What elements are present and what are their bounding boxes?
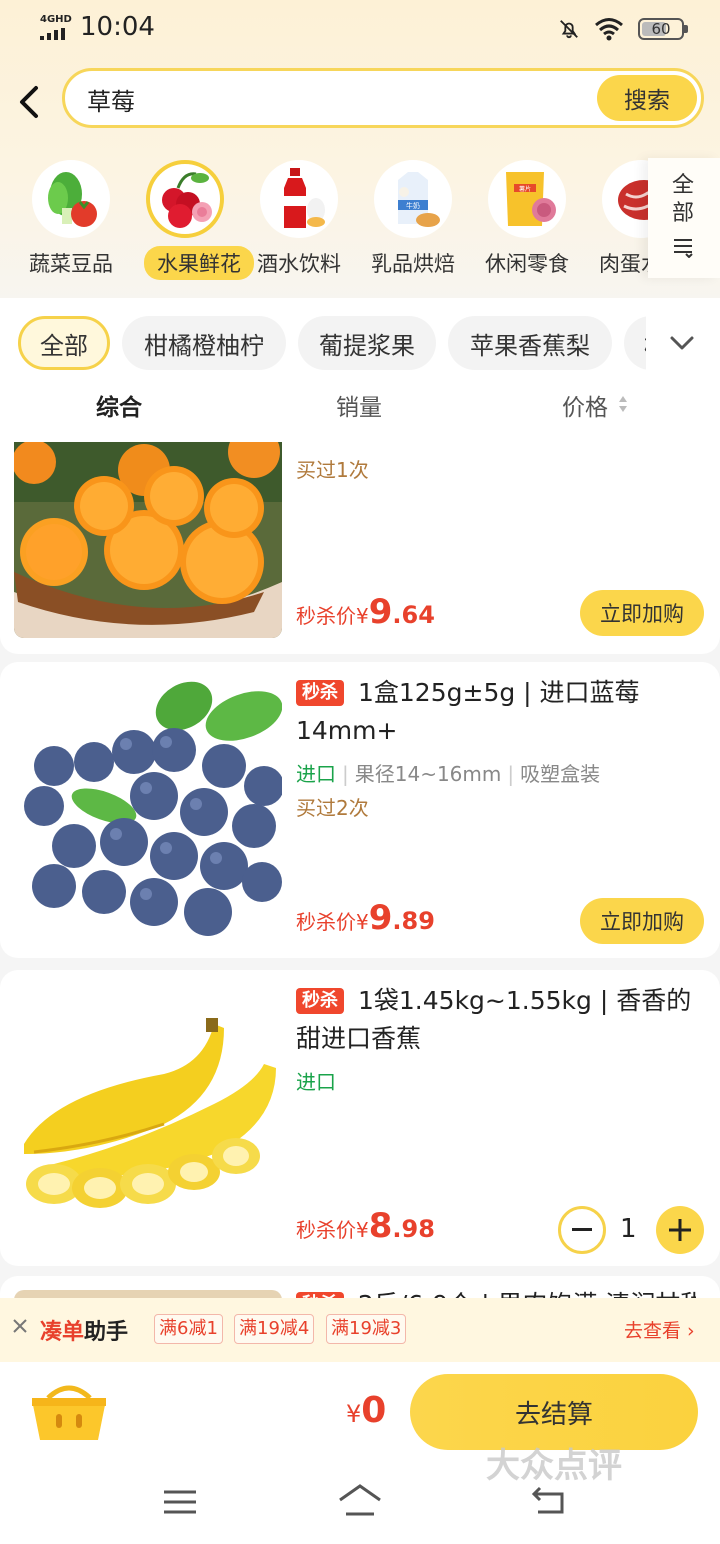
- category-snacks[interactable]: 薯片 休闲零食: [470, 152, 584, 282]
- bought-times: 买过1次: [296, 458, 369, 482]
- search-bar[interactable]: 搜索: [62, 68, 704, 128]
- chevron-down-icon[interactable]: [662, 328, 702, 358]
- chip-peach-plum[interactable]: 桃李: [624, 316, 646, 370]
- product-title[interactable]: 1袋1.45kg~1.55kg | 香香的甜进口香蕉: [296, 982, 696, 1058]
- menu-icon[interactable]: [162, 1488, 198, 1516]
- search-button[interactable]: 搜索: [597, 75, 697, 121]
- status-time: 10:04: [80, 12, 155, 42]
- decrease-quantity-button[interactable]: [558, 1206, 606, 1254]
- watermark: 大众点评: [486, 1446, 622, 1486]
- category-label: 蔬菜豆品: [29, 252, 113, 276]
- sort-sales[interactable]: 销量: [336, 388, 382, 422]
- status-bar: 4GHD 10:04 60: [0, 0, 720, 58]
- sort-arrows-icon: [619, 396, 627, 412]
- cart-basket-icon[interactable]: [26, 1378, 112, 1444]
- home-icon[interactable]: [336, 1482, 384, 1520]
- cola-icon: [260, 160, 338, 238]
- category-all-label: 全部: [671, 173, 694, 226]
- subcategory-chips: 全部 柑橘橙柚柠 葡提浆果 苹果香蕉梨 桃李: [0, 316, 646, 372]
- checkout-bar: ¥0 去结算 大众点评: [0, 1362, 720, 1544]
- product-attributes: 进口: [296, 1070, 336, 1094]
- product-card[interactable]: 秒杀 1袋1.45kg~1.55kg | 香香的甜进口香蕉 进口 秒杀价¥8.9…: [0, 970, 720, 1266]
- chip-citrus[interactable]: 柑橘橙柚柠: [122, 316, 286, 370]
- category-row: 蔬菜豆品 水果鲜花 酒水饮料 牛奶 乳品烘焙 薯片 休闲零食 肉蛋: [0, 152, 648, 282]
- search-input[interactable]: [87, 79, 567, 119]
- close-icon[interactable]: [12, 1318, 28, 1334]
- network-type: 4GHD: [40, 14, 72, 25]
- mute-bell-icon: [560, 20, 578, 39]
- product-image-orange[interactable]: [14, 442, 282, 638]
- plus-icon: [669, 1219, 691, 1241]
- category-fruits[interactable]: 水果鲜花: [128, 152, 254, 282]
- vegetable-icon: [32, 160, 110, 238]
- chip-grapes-berries[interactable]: 葡提浆果: [298, 316, 436, 370]
- sort-bar: 综合 销量 价格: [0, 388, 720, 428]
- seckill-price: 秒杀价¥9.64: [296, 592, 435, 632]
- signal-icon: 4GHD: [40, 14, 72, 40]
- quantity-value: 1: [620, 1214, 637, 1244]
- product-image-blueberry[interactable]: [14, 676, 282, 944]
- increase-quantity-button[interactable]: [656, 1206, 704, 1254]
- bought-times: 买过2次: [296, 796, 369, 820]
- back-nav-icon[interactable]: [530, 1484, 570, 1516]
- category-meat[interactable]: 肉蛋水产: [584, 152, 648, 282]
- list-icon: [674, 239, 693, 258]
- battery-icon: 60: [638, 18, 688, 40]
- add-to-cart-button[interactable]: 立即加购: [580, 590, 704, 636]
- back-arrow-icon[interactable]: [12, 82, 46, 122]
- product-card[interactable]: 秒杀 1盒125g±5g | 进口蓝莓 14mm+ 进口 | 果径14~16mm | 吸…: [0, 662, 720, 958]
- svg-text:薯片: 薯片: [519, 185, 531, 193]
- offer-badge: 满6减1: [154, 1314, 223, 1344]
- category-dairy[interactable]: 牛奶 乳品烘焙: [356, 152, 470, 282]
- chip-all[interactable]: 全部: [18, 316, 110, 370]
- assistant-title: 凑单助手: [40, 1320, 129, 1345]
- sort-overall[interactable]: 综合: [96, 388, 142, 422]
- category-label: 乳品烘焙: [371, 252, 455, 276]
- milk-icon: 牛奶: [374, 160, 452, 238]
- cart-total: ¥0: [346, 1390, 387, 1431]
- seckill-price: 秒杀价¥8.98: [296, 1206, 435, 1246]
- bundle-assistant-bar: 凑单助手 满6减1 满19减4 满19减3 去查看 ›: [0, 1298, 720, 1362]
- category-vegetables[interactable]: 蔬菜豆品: [14, 152, 128, 282]
- offer-badge: 满19减4: [234, 1314, 315, 1344]
- product-card[interactable]: 买过1次 秒杀价¥9.64 立即加购: [0, 442, 720, 654]
- category-label: 肉蛋水产: [599, 252, 648, 276]
- sort-price[interactable]: 价格: [562, 388, 608, 422]
- product-attributes: 进口 | 果径14~16mm | 吸塑盒装: [296, 762, 601, 786]
- category-label: 水果鲜花: [144, 246, 254, 280]
- category-label: 休闲零食: [485, 252, 569, 276]
- add-to-cart-button[interactable]: 立即加购: [580, 898, 704, 944]
- chip-apple-banana-pear[interactable]: 苹果香蕉梨: [448, 316, 612, 370]
- product-image-banana[interactable]: [14, 984, 282, 1252]
- svg-text:牛奶: 牛奶: [406, 201, 420, 210]
- category-label: 酒水饮料: [257, 252, 341, 276]
- offer-badge: 满19减3: [326, 1314, 407, 1344]
- view-offers-link[interactable]: 去查看 ›: [624, 1316, 695, 1343]
- minus-icon: [572, 1228, 592, 1231]
- wifi-icon: [595, 18, 623, 41]
- product-title[interactable]: 1盒125g±5g | 进口蓝莓 14mm+: [296, 674, 696, 750]
- snack-icon: 薯片: [488, 160, 566, 238]
- meat-icon: [602, 160, 648, 238]
- fruit-icon: [146, 160, 224, 238]
- seckill-price: 秒杀价¥9.89: [296, 898, 435, 938]
- filter-panel: 全部 柑橘橙柚柠 葡提浆果 苹果香蕉梨 桃李 综合 销量 价格: [0, 298, 720, 442]
- category-all-button[interactable]: 全部: [648, 158, 720, 278]
- category-drinks[interactable]: 酒水饮料: [242, 152, 356, 282]
